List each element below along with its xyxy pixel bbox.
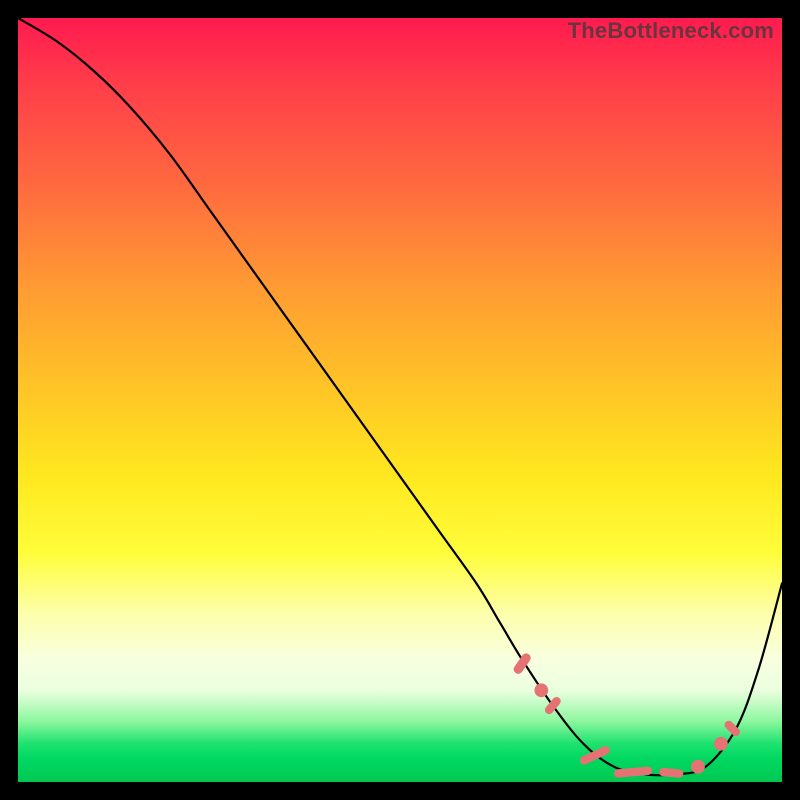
marker-layer (512, 652, 742, 778)
curve-marker (691, 760, 705, 774)
curve-marker (543, 695, 562, 716)
curve-marker (714, 737, 728, 751)
bottleneck-curve (18, 18, 782, 775)
curve-marker (659, 768, 684, 778)
chart-svg (18, 18, 782, 782)
curve-marker (534, 683, 548, 697)
chart-frame: TheBottleneck.com (18, 18, 782, 782)
